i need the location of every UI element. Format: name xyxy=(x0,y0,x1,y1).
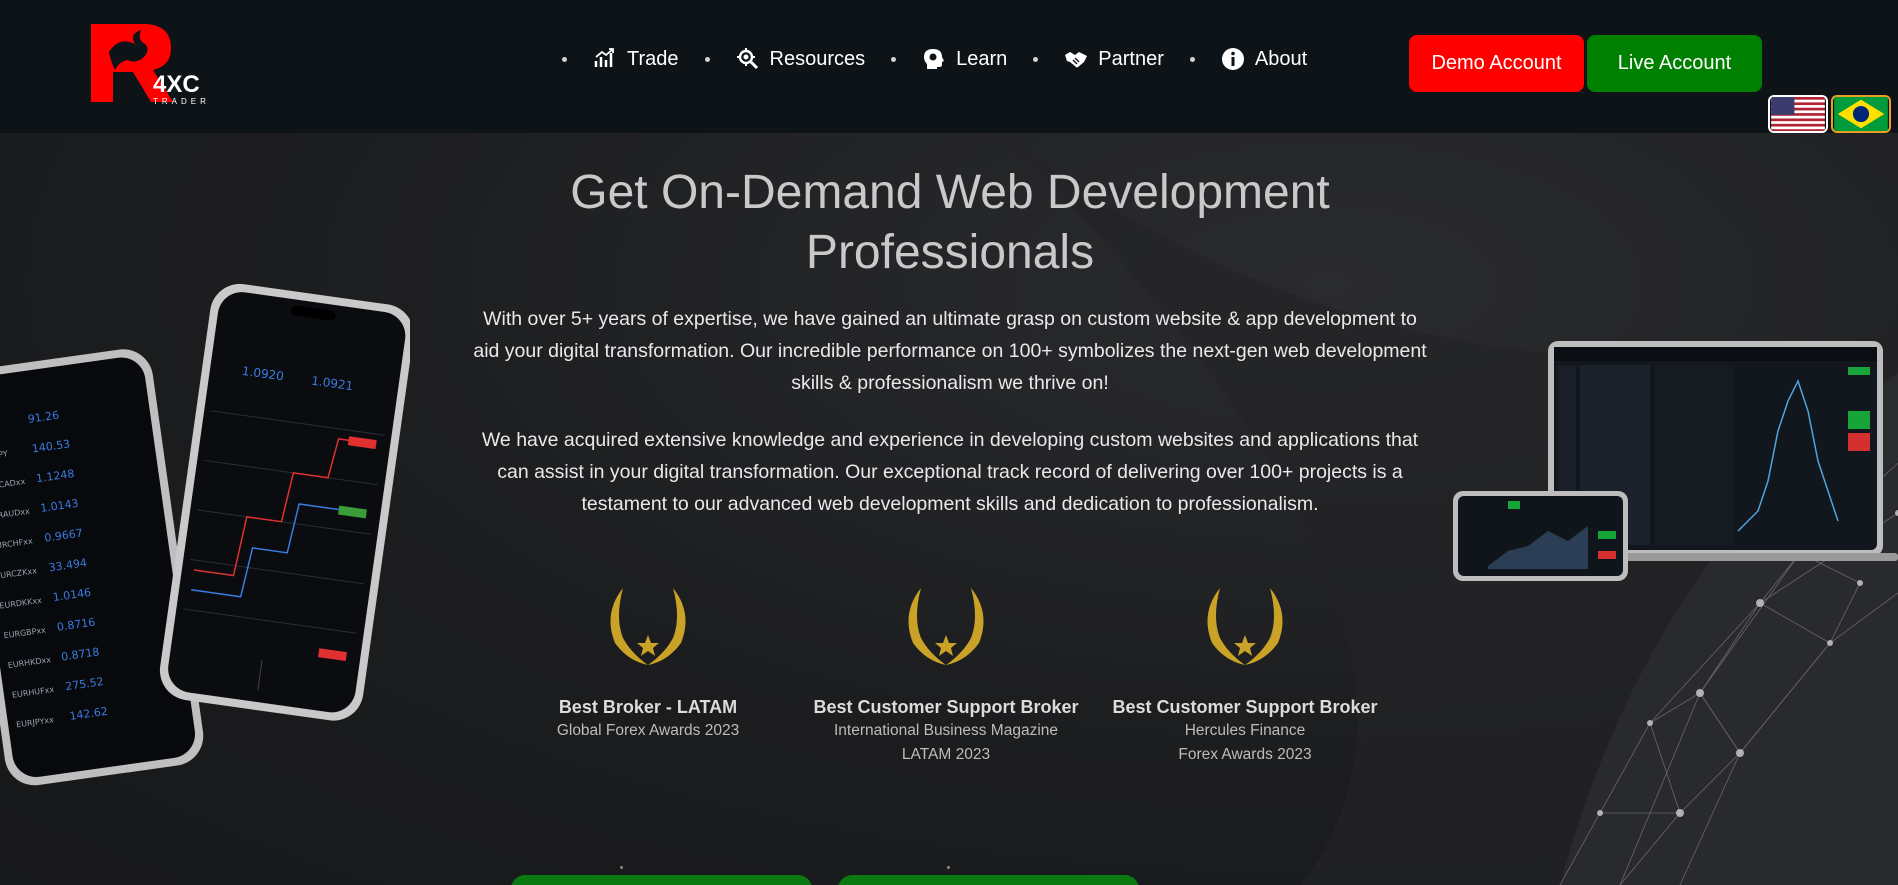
hero-section: Get On-Demand Web Development Profession… xyxy=(0,133,1898,885)
nav-label: Resources xyxy=(769,47,866,70)
awards-row: Best Broker - LATAM Global Forex Awards … xyxy=(508,583,1408,773)
nav-item-about[interactable]: About xyxy=(1211,47,1317,71)
nav-label: Partner xyxy=(1098,47,1164,70)
award-title: Best Customer Support Broker xyxy=(1112,697,1378,717)
decorative-dot xyxy=(947,866,950,869)
nav-separator xyxy=(1033,56,1039,62)
nav-item-trade[interactable]: Trade xyxy=(583,47,689,71)
nav-label: Trade xyxy=(627,47,679,70)
gear-search-icon xyxy=(736,47,760,71)
logo-subtext: TRADER xyxy=(153,97,210,106)
nav-item-partner[interactable]: Partner xyxy=(1054,47,1174,71)
logo-mark: 4XC TRADER xyxy=(91,24,210,106)
award-subtitle: LATAM 2023 xyxy=(901,746,991,763)
award-subtitle: International Business Magazine xyxy=(833,722,1059,739)
nav-item-resources[interactable]: Resources xyxy=(726,47,876,71)
us-flag-icon[interactable] xyxy=(1768,95,1828,133)
logo-text: 4XC xyxy=(153,71,200,98)
nav-item-learn[interactable]: Learn xyxy=(912,47,1017,71)
hero-title-line2: Professionals xyxy=(805,226,1095,279)
nav-separator xyxy=(891,56,897,62)
award-title: Best Customer Support Broker xyxy=(813,697,1079,717)
demo-account-button[interactable]: Demo Account xyxy=(1409,35,1584,92)
award-subtitle: Global Forex Awards 2023 xyxy=(556,722,740,739)
award-card: Best Customer Support Broker Hercules Fi… xyxy=(1105,583,1385,766)
nav-label: Learn xyxy=(956,47,1008,70)
award-card: Best Broker - LATAM Global Forex Awards … xyxy=(508,583,788,742)
info-icon xyxy=(1221,47,1245,71)
laurel-wreath-icon xyxy=(908,588,984,665)
hero-paragraph-2: We have acquired extensive knowledge and… xyxy=(481,429,1419,515)
live-account-button[interactable]: Live Account xyxy=(1587,35,1762,92)
hero-paragraph-1: With over 5+ years of expertise, we have… xyxy=(473,308,1427,394)
chart-trend-icon xyxy=(593,47,617,71)
laurel-wreath-icon xyxy=(1207,588,1283,665)
handshake-icon xyxy=(1064,47,1088,71)
cta-button-right[interactable] xyxy=(838,875,1139,885)
main-nav: Trade Resources Learn Partner About xyxy=(546,36,1317,82)
site-header: 4XC TRADER Trade Resources Learn Partner… xyxy=(0,0,1898,133)
laurel-wreath-icon xyxy=(610,588,686,665)
award-subtitle: Forex Awards 2023 xyxy=(1178,746,1312,763)
head-brain-icon xyxy=(922,47,946,71)
nav-label: About xyxy=(1254,47,1308,70)
hero-title-line1: Get On-Demand Web Development xyxy=(570,166,1330,219)
award-card: Best Customer Support Broker Internation… xyxy=(806,583,1086,766)
hero-title: Get On-Demand Web Development Profession… xyxy=(450,163,1450,283)
award-title: Best Broker - LATAM xyxy=(558,697,738,717)
trading-platform-devices-image xyxy=(1453,341,1898,581)
nav-separator xyxy=(562,56,567,62)
nav-separator xyxy=(1189,56,1195,62)
award-subtitle: Hercules Finance xyxy=(1184,722,1306,739)
brazil-flag-icon[interactable] xyxy=(1831,95,1891,133)
cta-button-left[interactable] xyxy=(511,875,812,885)
decorative-dot xyxy=(620,866,623,869)
nav-separator xyxy=(704,56,710,62)
4xc-trader-logo[interactable]: 4XC TRADER xyxy=(89,22,219,106)
mobile-app-phones-image: 91.26140.531.1248 1.01430.966733.494 1.0… xyxy=(0,283,410,786)
